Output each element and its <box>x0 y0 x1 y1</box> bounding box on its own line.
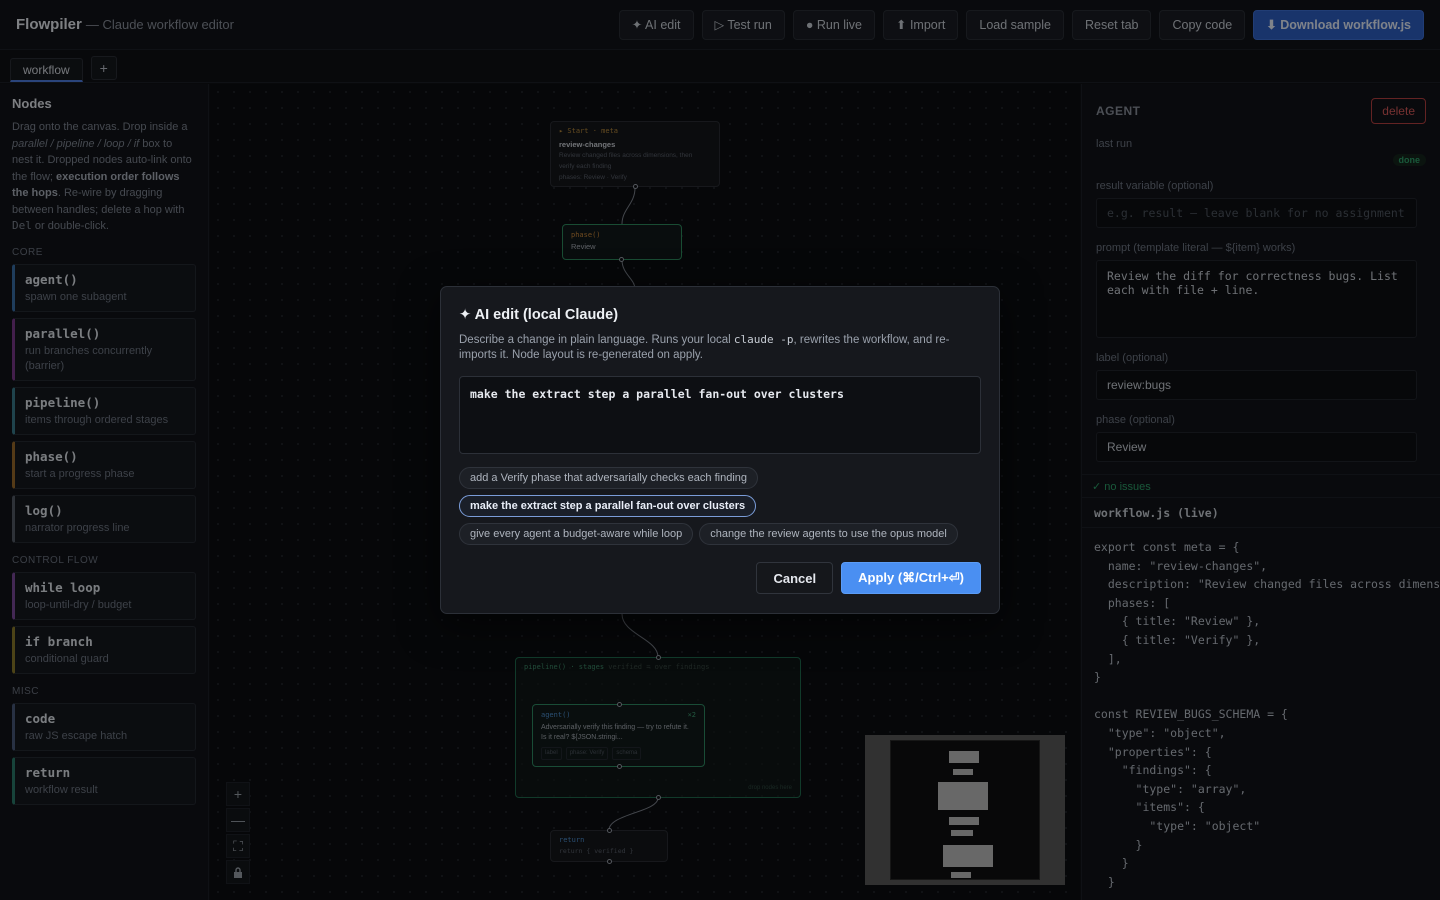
dialog-description: Describe a change in plain language. Run… <box>459 332 981 363</box>
suggestion-chip[interactable]: add a Verify phase that adversarially ch… <box>459 467 758 489</box>
cancel-button[interactable]: Cancel <box>756 562 834 594</box>
ai-edit-prompt-input[interactable]: make the extract step a parallel fan-out… <box>459 376 981 454</box>
apply-button[interactable]: Apply (⌘/Ctrl+⏎) <box>841 562 981 594</box>
dialog-title: ✦ AI edit (local Claude) <box>459 307 619 323</box>
suggestion-chip[interactable]: give every agent a budget-aware while lo… <box>459 523 694 545</box>
suggestion-chip-selected[interactable]: make the extract step a parallel fan-out… <box>459 495 757 517</box>
ai-edit-dialog: ✦ AI edit (local Claude) Describe a chan… <box>440 286 1000 614</box>
suggestion-chip[interactable]: change the review agents to use the opus… <box>699 523 958 545</box>
dialog-desc-code: claude -p <box>733 333 794 346</box>
dialog-actions: Cancel Apply (⌘/Ctrl+⏎) <box>756 562 981 594</box>
suggestion-list: add a Verify phase that adversarially ch… <box>459 467 989 545</box>
dialog-desc-text: Describe a change in plain language. Run… <box>459 334 734 346</box>
